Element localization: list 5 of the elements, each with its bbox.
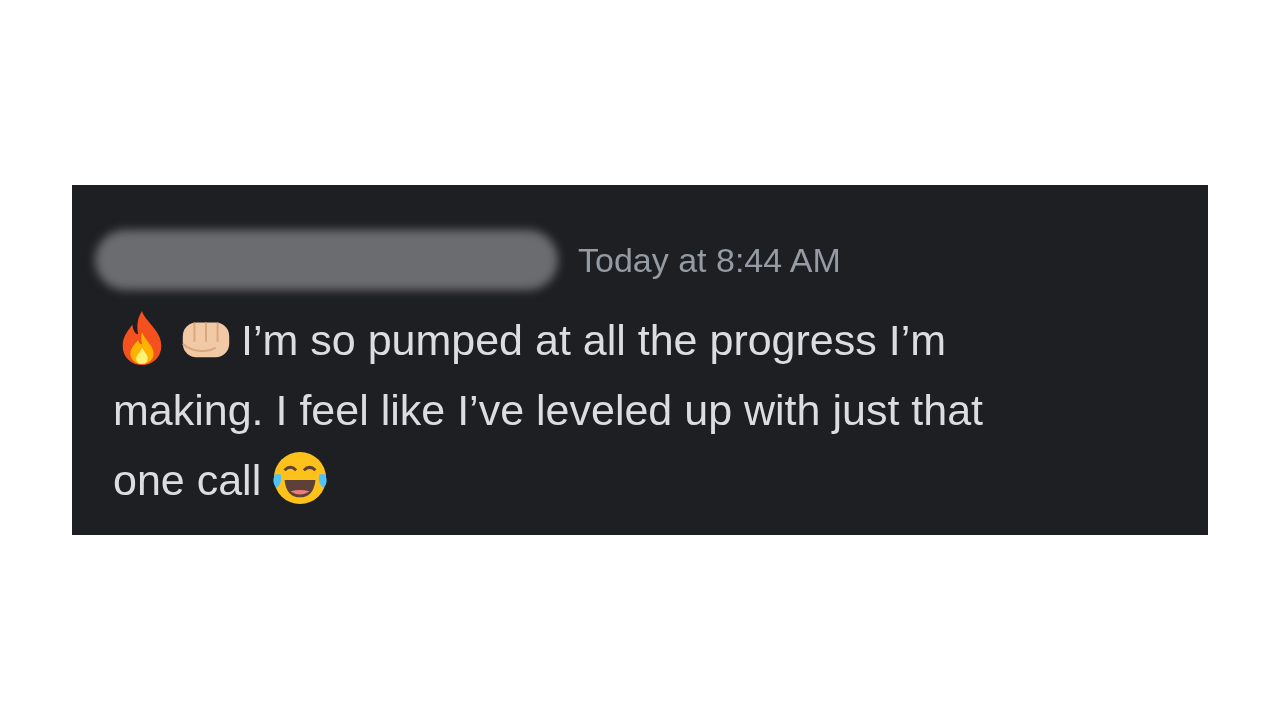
message-text-line: making. I feel like I’ve leveled up with just that bbox=[113, 386, 983, 434]
message-timestamp: Today at 8:44 AM bbox=[578, 240, 841, 280]
message-text-line: I’m so pumped at all the progress I’m bbox=[241, 316, 947, 364]
laughing-emoji-icon bbox=[271, 449, 330, 507]
message-text-line: one call bbox=[113, 456, 262, 504]
